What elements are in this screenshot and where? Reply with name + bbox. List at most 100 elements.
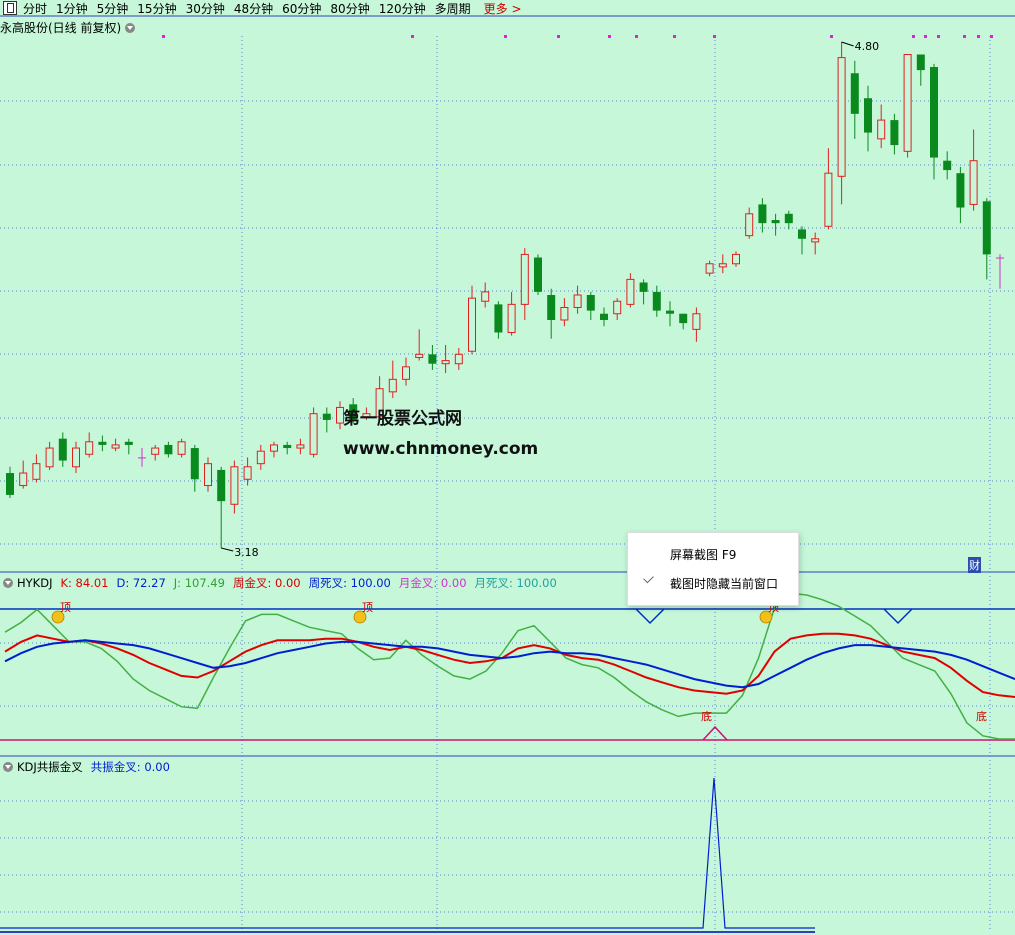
candle-body xyxy=(45,447,54,468)
candle-body xyxy=(600,313,608,320)
candle-body xyxy=(692,313,701,330)
signal-dot xyxy=(557,35,560,38)
candle-body xyxy=(283,444,292,449)
candle-body xyxy=(850,73,859,114)
candle-body xyxy=(98,441,107,445)
hykdj-name: HYKDJ xyxy=(17,576,53,590)
signal-dot xyxy=(912,35,915,38)
check-icon xyxy=(643,572,654,584)
candle-body xyxy=(296,444,305,449)
candle-body xyxy=(969,160,978,205)
hykdj-legend: HYKDJ K: 84.01 D: 72.27 J: 107.49 周金叉: 0… xyxy=(0,575,565,591)
candle-body xyxy=(864,98,872,133)
candle-body xyxy=(256,450,265,465)
candle-body xyxy=(890,120,899,146)
month-golden-cross: 月金叉: 0.00 xyxy=(398,576,467,590)
candle-body xyxy=(454,353,463,365)
candle-body xyxy=(679,313,688,324)
chart-canvas[interactable]: 4.803.18 顶顶顶底底 xyxy=(0,0,1015,935)
top-v-marker xyxy=(635,608,665,625)
finance-tag[interactable]: 财 xyxy=(968,557,981,573)
candle-body xyxy=(72,447,80,468)
bottom-signal-label: 底 xyxy=(976,709,987,723)
hykdj-indicator-layer: 顶顶顶底底 xyxy=(0,592,1015,741)
signal-dot xyxy=(635,35,638,38)
candle-body xyxy=(837,57,846,177)
candle-body xyxy=(217,469,226,502)
chevron-down-icon[interactable] xyxy=(3,578,13,588)
candle-body xyxy=(903,53,912,152)
signal-dot xyxy=(830,35,833,38)
signal-dot xyxy=(713,35,716,38)
signal-dot xyxy=(608,35,611,38)
hykdj-j-value: J: 107.49 xyxy=(173,576,225,590)
top-signal-label: 顶 xyxy=(362,601,373,614)
grid-layer xyxy=(0,15,1015,933)
signal-dot xyxy=(937,35,940,38)
candle-body xyxy=(468,297,476,352)
low-price-label: 3.18 xyxy=(234,546,259,559)
candle-body xyxy=(19,472,28,487)
signal-dot xyxy=(977,35,980,38)
candle-body xyxy=(784,213,793,224)
candle-body xyxy=(798,229,806,239)
candle-body xyxy=(547,295,556,320)
candle-body xyxy=(745,213,754,237)
candle-body xyxy=(124,441,133,445)
candle-body xyxy=(138,457,146,459)
screenshot-menu-item[interactable]: 屏幕截图 F9 xyxy=(670,546,736,563)
signal-dot xyxy=(990,35,993,38)
candle-body xyxy=(982,201,991,255)
candle-body xyxy=(164,444,173,455)
candle-body xyxy=(639,282,648,292)
hide-window-menu-item[interactable]: 截图时隐藏当前窗口 xyxy=(670,575,778,592)
month-dead-cross: 月死叉: 100.00 xyxy=(474,576,557,590)
candle-body xyxy=(811,238,820,243)
signal-dot xyxy=(924,35,927,38)
candle-body xyxy=(520,253,529,305)
candle-body xyxy=(666,310,674,314)
candle-body xyxy=(441,360,450,365)
candle-body xyxy=(916,54,925,71)
top-v-marker xyxy=(883,608,913,625)
candle-body xyxy=(428,354,437,364)
candle-body xyxy=(415,353,424,358)
candle-body xyxy=(613,300,622,315)
hykdj-k-value: K: 84.01 xyxy=(60,576,109,590)
candle-body xyxy=(930,66,938,158)
bottom-signal-label: 底 xyxy=(701,709,712,723)
week-dead-cross: 周死叉: 100.00 xyxy=(308,576,391,590)
candle-body xyxy=(111,444,120,449)
candle-body xyxy=(402,366,410,380)
candle-body xyxy=(758,204,767,224)
candle-body xyxy=(32,463,41,480)
signal-dot xyxy=(673,35,676,38)
high-marker-line xyxy=(841,41,854,47)
candle-body xyxy=(230,466,239,505)
candle-body xyxy=(771,220,780,224)
candle-body xyxy=(243,466,252,480)
candle-body xyxy=(626,278,635,305)
chevron-down-icon[interactable] xyxy=(3,762,13,772)
candle-body xyxy=(151,447,160,455)
kdj-resonance-value: 共振金叉: 0.00 xyxy=(90,760,170,774)
candle-body xyxy=(6,473,14,495)
candle-body xyxy=(586,295,595,311)
candle-body xyxy=(573,294,582,308)
kdj-resonance-name: KDJ共振金叉 xyxy=(17,760,83,774)
candle-body xyxy=(85,441,94,455)
candle-body xyxy=(388,378,397,393)
hykdj-d-value: D: 72.27 xyxy=(116,576,166,590)
watermark-title: 第一股票公式网 xyxy=(343,409,462,429)
signal-dot xyxy=(411,35,414,38)
candle-body xyxy=(824,172,833,227)
candle-body xyxy=(705,263,714,274)
candle-body xyxy=(877,119,886,140)
candle-body xyxy=(507,303,516,333)
candle-body xyxy=(322,413,331,420)
candle-body xyxy=(560,306,569,321)
candle-body xyxy=(956,173,965,208)
low-marker-line xyxy=(221,547,234,552)
context-menu: 屏幕截图 F9 截图时隐藏当前窗口 xyxy=(627,532,799,606)
candle-body xyxy=(534,257,542,292)
